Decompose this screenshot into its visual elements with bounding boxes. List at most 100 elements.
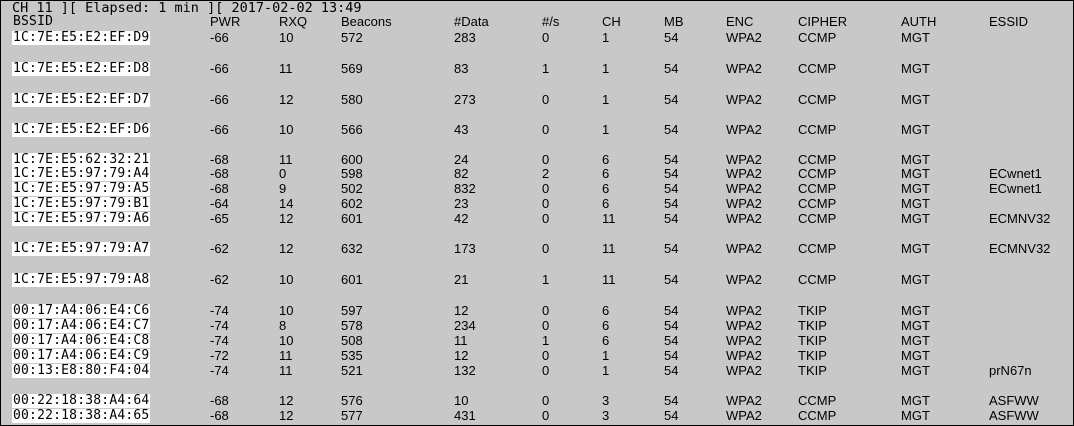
auth-cell: MGT	[901, 211, 930, 226]
pwr-cell: -68	[210, 408, 229, 423]
bssid-cell: 1C:7E:E5:97:79:A8	[12, 272, 151, 287]
data-count-cell: 132	[454, 363, 476, 378]
cipher-cell: TKIP	[798, 303, 827, 318]
bssid-cell: 1C:7E:E5:E2:EF:D9	[12, 30, 151, 45]
channel-cell: 1	[602, 122, 610, 137]
data-count-cell: 832	[454, 181, 476, 196]
pwr-cell: -74	[210, 303, 229, 318]
mb-cell: 54	[664, 333, 679, 348]
bssid-cell: 00:22:18:38:A4:64	[12, 393, 151, 408]
cipher-cell: CCMP	[798, 272, 837, 287]
beacons-cell: 597	[341, 303, 363, 318]
enc-cell: WPA2	[726, 166, 762, 181]
data-count-cell: 83	[454, 61, 469, 76]
mb-cell: 54	[664, 166, 679, 181]
auth-cell: MGT	[901, 241, 930, 256]
mb-cell: 54	[664, 61, 679, 76]
rxq-cell: 12	[279, 241, 294, 256]
data-count-cell: 43	[454, 122, 469, 137]
status-line: CH 11 ][ Elapsed: 1 min ][ 2017-02-02 13…	[12, 1, 362, 16]
header-rxq: RXQ	[279, 14, 308, 29]
enc-cell: WPA2	[726, 408, 762, 423]
table-row: 1C:7E:E5:97:79:A4 -68 0 598 82 2 6 54 WPA2 CCMP MG…	[1, 167, 1073, 181]
pwr-cell: -72	[210, 348, 229, 363]
beacons-cell: 576	[341, 393, 363, 408]
bssid-cell: 1C:7E:E5:E2:EF:D7	[12, 92, 151, 107]
channel-cell: 6	[602, 166, 610, 181]
beacons-cell: 580	[341, 92, 363, 107]
pwr-cell: -68	[210, 181, 229, 196]
mb-cell: 54	[664, 211, 679, 226]
pwr-cell: -68	[210, 166, 229, 181]
rxq-cell: 12	[279, 408, 294, 423]
bssid-cell: 1C:7E:E5:97:79:B1	[12, 196, 151, 211]
auth-cell: MGT	[901, 333, 930, 348]
channel-cell: 1	[602, 363, 610, 378]
channel-cell: 3	[602, 393, 610, 408]
bssid-cell: 1C:7E:E5:62:32:21	[12, 152, 151, 167]
data-count-cell: 21	[454, 272, 469, 287]
rate-cell: 0	[542, 122, 550, 137]
data-count-cell: 23	[454, 196, 469, 211]
pwr-cell: -74	[210, 333, 229, 348]
beacons-cell: 601	[341, 211, 363, 226]
rate-cell: 0	[542, 241, 550, 256]
bssid-cell: 1C:7E:E5:E2:EF:D6	[12, 122, 151, 137]
channel-cell: 1	[602, 92, 610, 107]
rxq-cell: 10	[279, 272, 294, 287]
cipher-cell: CCMP	[798, 211, 837, 226]
auth-cell: MGT	[901, 272, 930, 287]
mb-cell: 54	[664, 241, 679, 256]
cipher-cell: TKIP	[798, 363, 827, 378]
enc-cell: WPA2	[726, 318, 762, 333]
auth-cell: MGT	[901, 181, 930, 196]
table-header: BSSID PWR RXQ Beacons #Data #/s CH MB EN…	[1, 15, 1073, 29]
enc-cell: WPA2	[726, 122, 762, 137]
bssid-cell: 00:13:E8:80:F4:04	[12, 363, 151, 378]
auth-cell: MGT	[901, 363, 930, 378]
rate-cell: 0	[542, 303, 550, 318]
rate-cell: 0	[542, 196, 550, 211]
auth-cell: MGT	[901, 408, 930, 423]
beacons-cell: 521	[341, 363, 363, 378]
table-row: 00:17:A4:06:E4:C6 -74 10 597 12 0 6 54 WPA2 TKIP M…	[1, 304, 1073, 318]
table-row: 1C:7E:E5:E2:EF:D7 -66 12 580 273 0 1 54 WPA2 CCMP…	[1, 93, 1073, 107]
rxq-cell: 11	[279, 363, 293, 378]
rate-cell: 0	[542, 318, 550, 333]
cipher-cell: CCMP	[798, 61, 837, 76]
auth-cell: MGT	[901, 393, 930, 408]
pwr-cell: -62	[210, 272, 229, 287]
table-row: 1C:7E:E5:E2:EF:D9 -66 10 572 283 0 1 54 WPA2 CCMP…	[1, 31, 1073, 45]
header-data: #Data	[454, 14, 489, 29]
channel-cell: 6	[602, 303, 610, 318]
bssid-cell: 1C:7E:E5:97:79:A4	[12, 166, 151, 181]
mb-cell: 54	[664, 408, 679, 423]
cipher-cell: TKIP	[798, 348, 827, 363]
header-rate: #/s	[542, 14, 560, 29]
rate-cell: 0	[542, 363, 550, 378]
enc-cell: WPA2	[726, 272, 762, 287]
table-row: 1C:7E:E5:97:79:A8 -62 10 601 21 1 11 54 WPA2 CCMP…	[1, 273, 1073, 287]
rxq-cell: 12	[279, 92, 294, 107]
data-count-cell: 11	[454, 333, 468, 348]
channel-cell: 11	[602, 272, 616, 287]
table-row: 00:22:18:38:A4:64 -68 12 576 10 0 3 54 WPA2 CCMP M…	[1, 394, 1073, 408]
rxq-cell: 0	[279, 166, 287, 181]
beacons-cell: 632	[341, 241, 363, 256]
enc-cell: WPA2	[726, 333, 762, 348]
beacons-cell: 602	[341, 196, 363, 211]
beacons-cell: 598	[341, 166, 363, 181]
auth-cell: MGT	[901, 166, 930, 181]
pwr-cell: -74	[210, 363, 229, 378]
rate-cell: 0	[542, 348, 550, 363]
enc-cell: WPA2	[726, 393, 762, 408]
bssid-cell: 00:17:A4:06:E4:C7	[12, 318, 151, 333]
channel-cell: 11	[602, 241, 616, 256]
channel-cell: 6	[602, 196, 610, 211]
mb-cell: 54	[664, 303, 679, 318]
beacons-cell: 569	[341, 61, 363, 76]
data-count-cell: 10	[454, 393, 469, 408]
mb-cell: 54	[664, 393, 679, 408]
mb-cell: 54	[664, 196, 679, 211]
header-pwr: PWR	[210, 14, 241, 29]
